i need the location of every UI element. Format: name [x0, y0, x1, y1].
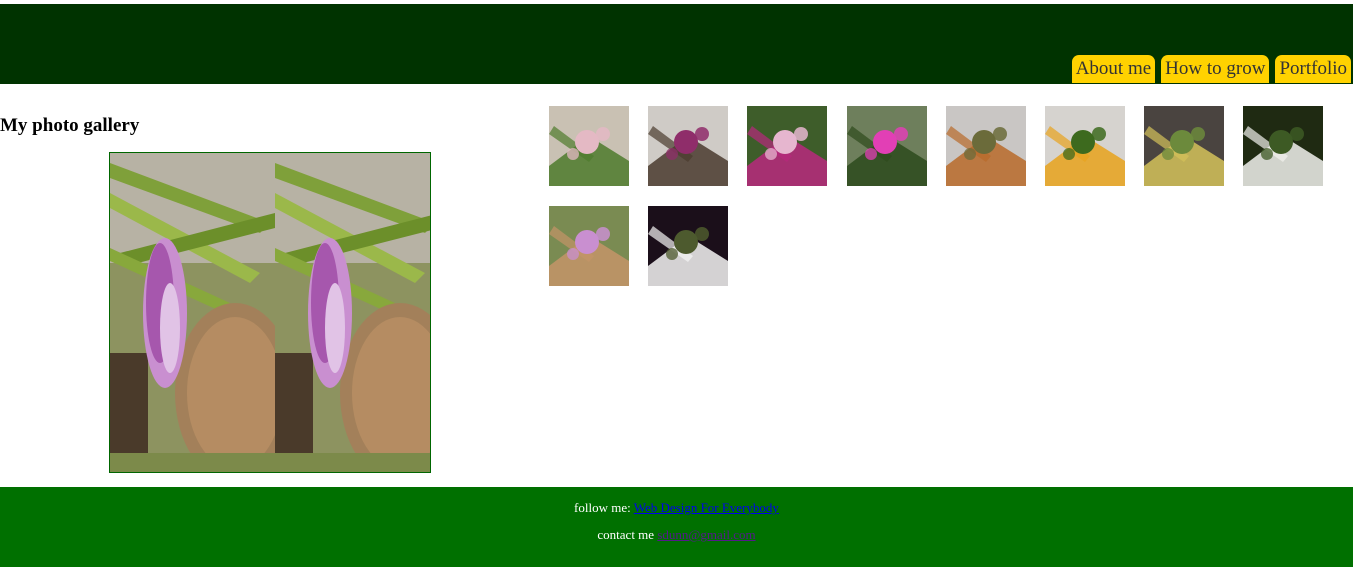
contact-label: contact me: [597, 527, 655, 542]
site-footer: follow me: Web Design For Everybody cont…: [0, 487, 1353, 567]
main-photo-image: [110, 153, 430, 472]
white-orchid-dark-photo: [648, 206, 728, 286]
main-orchid-photo: [109, 152, 431, 473]
green-orchid-leaves-photo: [549, 106, 629, 186]
site-header: About me How to grow Portfolio: [0, 4, 1353, 84]
yellow-orchid-photo: [1045, 106, 1125, 186]
purple-orchid-stem-photo: [648, 106, 728, 186]
magenta-orchid-cluster-photo: [747, 106, 827, 186]
orange-spotted-orchid-photo: [946, 106, 1026, 186]
pink-vanda-orchid-photo: [549, 206, 629, 286]
gallery-thumbnail[interactable]: [1144, 106, 1224, 186]
nav-about-me[interactable]: About me: [1071, 55, 1156, 83]
gallery-thumbnail[interactable]: [847, 106, 927, 186]
follow-link[interactable]: Web Design For Everybody: [634, 500, 779, 515]
gallery-thumbnail[interactable]: [648, 106, 728, 186]
contact-email-link[interactable]: sdunn@gmail.com: [657, 527, 755, 542]
follow-label: follow me:: [574, 500, 631, 515]
gallery-thumbnail[interactable]: [747, 106, 827, 186]
gallery-thumbnail[interactable]: [1045, 106, 1125, 186]
gallery-thumbnail[interactable]: [549, 106, 629, 186]
follow-line: follow me: Web Design For Everybody: [0, 500, 1353, 516]
gallery-title: My photo gallery: [0, 115, 140, 136]
gallery-thumbnail[interactable]: [946, 106, 1026, 186]
contact-line: contact me sdunn@gmail.com: [0, 527, 1353, 543]
pink-orchid-garden-photo: [847, 106, 927, 186]
yellow-cluster-orchid-photo: [1144, 106, 1224, 186]
nav-how-to-grow[interactable]: How to grow: [1161, 55, 1270, 83]
main-nav: About me How to grow Portfolio: [1071, 55, 1351, 83]
gallery-thumbnail[interactable]: [1243, 106, 1323, 186]
nav-portfolio[interactable]: Portfolio: [1275, 55, 1351, 83]
white-orchid-photo: [1243, 106, 1323, 186]
gallery-thumbnail[interactable]: [549, 206, 629, 286]
gallery-thumbnail[interactable]: [648, 206, 728, 286]
